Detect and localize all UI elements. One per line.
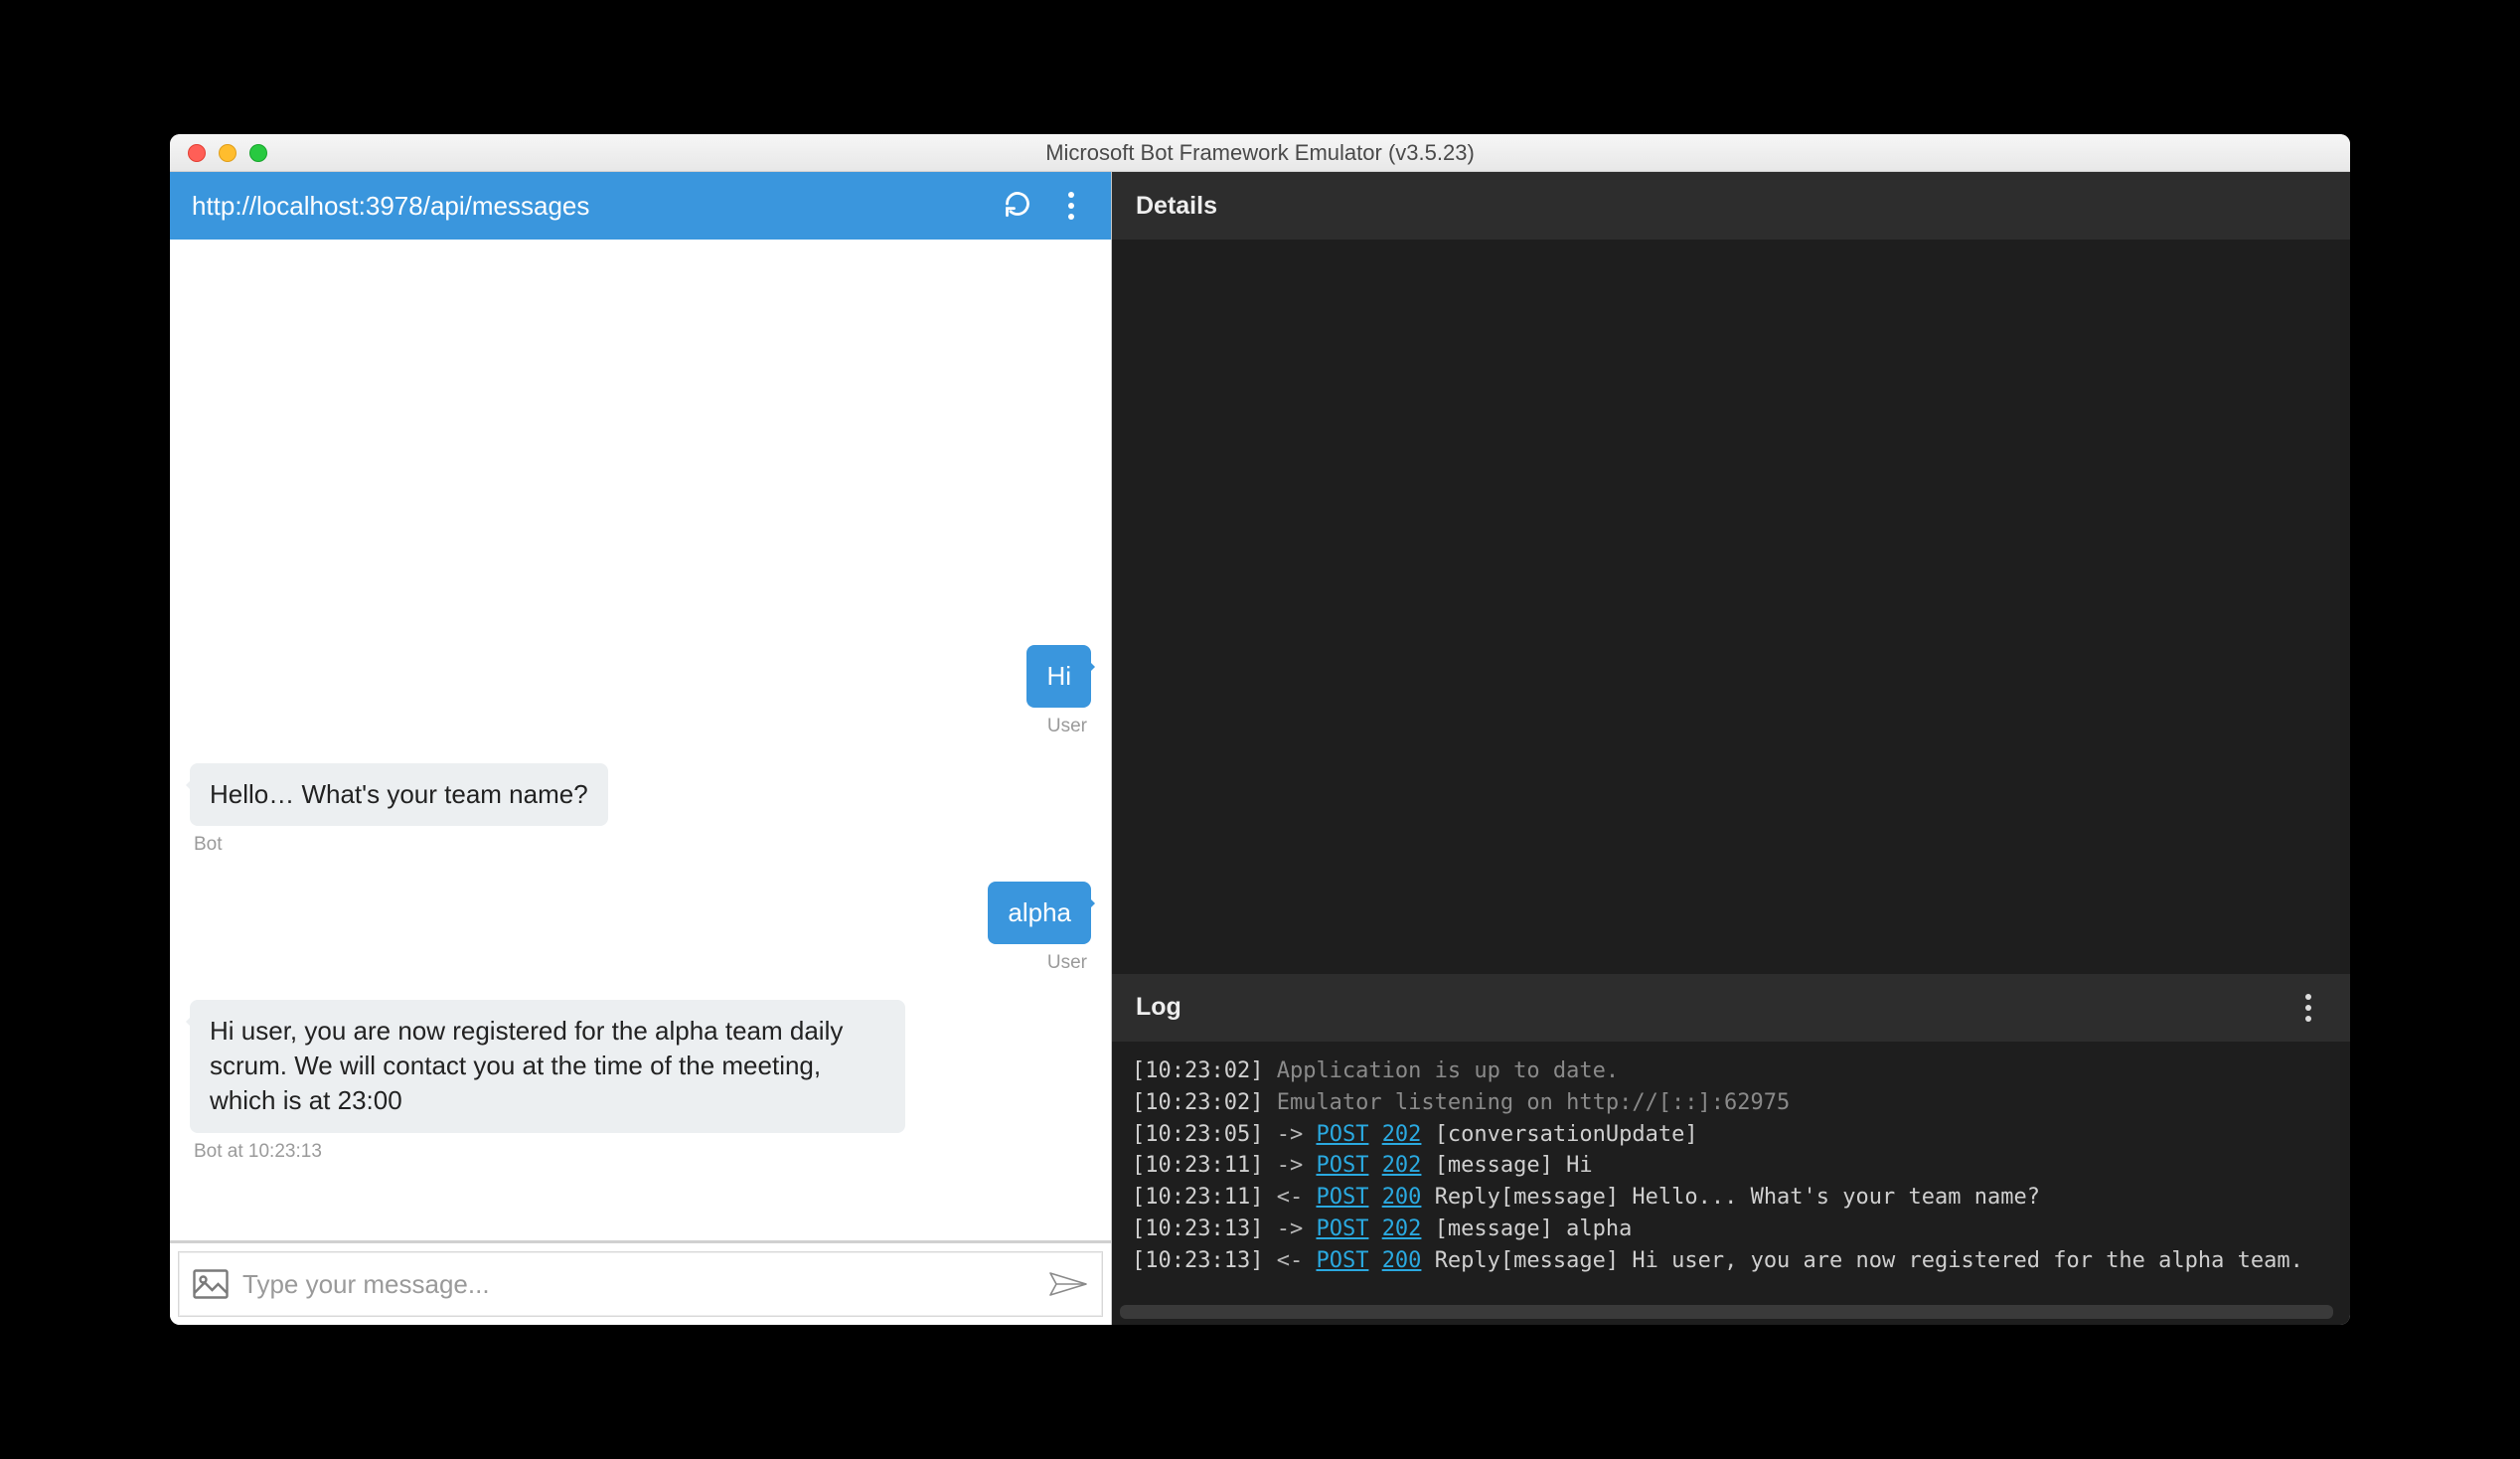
message-input[interactable]: [242, 1269, 1034, 1300]
log-method-link[interactable]: POST: [1316, 1216, 1368, 1241]
image-icon: [193, 1269, 229, 1299]
message-row: Hi User: [190, 645, 1091, 737]
log-method-link[interactable]: POST: [1316, 1122, 1368, 1147]
message-bubble-user[interactable]: Hi: [1026, 645, 1091, 708]
log-header: Log: [1112, 974, 2350, 1042]
log-line[interactable]: [10:23:05] -> POST 202 [conversationUpda…: [1132, 1119, 2330, 1151]
close-window-button[interactable]: [188, 144, 206, 162]
refresh-button[interactable]: [1000, 188, 1035, 224]
attach-image-button[interactable]: [193, 1269, 229, 1299]
message-bubble-bot[interactable]: Hi user, you are now registered for the …: [190, 1000, 905, 1132]
app-window: Microsoft Bot Framework Emulator (v3.5.2…: [170, 134, 2350, 1325]
endpoint-bar: [170, 172, 1111, 240]
log-horizontal-scrollbar[interactable]: [1120, 1305, 2333, 1319]
send-icon: [1048, 1269, 1088, 1299]
log-line[interactable]: [10:23:11] <- POST 200 Reply[message] He…: [1132, 1182, 2330, 1214]
log-line[interactable]: [10:23:02] Application is up to date.: [1132, 1055, 2330, 1087]
message-row: Hello… What's your team name? Bot: [190, 763, 1091, 856]
log-line[interactable]: [10:23:13] -> POST 202 [message] alpha: [1132, 1214, 2330, 1245]
traffic-lights: [170, 144, 267, 162]
inspector-pane: Details Log [10:23:02] Application is up…: [1112, 172, 2350, 1325]
log-line[interactable]: [10:23:02] Emulator listening on http://…: [1132, 1087, 2330, 1119]
message-row: alpha User: [190, 882, 1091, 974]
chat-scroll[interactable]: Hi User Hello… What's your team name? Bo…: [170, 240, 1111, 1240]
log-status-link[interactable]: 200: [1382, 1185, 1422, 1210]
refresh-icon: [1004, 190, 1031, 223]
message-meta: Bot at 10:23:13: [190, 1141, 326, 1163]
composer-inner: [178, 1251, 1103, 1317]
message-bubble-user[interactable]: alpha: [988, 882, 1091, 944]
endpoint-url-input[interactable]: [192, 191, 982, 222]
log-title: Log: [1136, 993, 1181, 1022]
log-method-link[interactable]: POST: [1316, 1185, 1368, 1210]
app-body: Hi User Hello… What's your team name? Bo…: [170, 172, 2350, 1325]
log-method-link[interactable]: POST: [1316, 1248, 1368, 1273]
details-title: Details: [1136, 192, 1217, 221]
kebab-icon: [2305, 994, 2311, 1022]
log-menu-button[interactable]: [2290, 990, 2326, 1026]
log-line[interactable]: [10:23:13] <- POST 200 Reply[message] Hi…: [1132, 1245, 2330, 1277]
log-method-link[interactable]: POST: [1316, 1153, 1368, 1178]
message-row: Hi user, you are now registered for the …: [190, 1000, 1091, 1162]
composer: [170, 1240, 1111, 1325]
send-button[interactable]: [1048, 1269, 1088, 1299]
details-body: [1112, 240, 2350, 974]
message-bubble-bot[interactable]: Hello… What's your team name?: [190, 763, 608, 826]
message-meta: Bot: [190, 834, 227, 856]
chat-spacer: [190, 257, 1091, 645]
log-body[interactable]: [10:23:02] Application is up to date.[10…: [1112, 1042, 2350, 1305]
log-status-link[interactable]: 202: [1382, 1216, 1422, 1241]
chat-pane: Hi User Hello… What's your team name? Bo…: [170, 172, 1112, 1325]
kebab-icon: [1068, 192, 1074, 220]
titlebar: Microsoft Bot Framework Emulator (v3.5.2…: [170, 134, 2350, 172]
message-meta: User: [1043, 952, 1091, 974]
log-line[interactable]: [10:23:11] -> POST 202 [message] Hi: [1132, 1150, 2330, 1182]
log-status-link[interactable]: 202: [1382, 1122, 1422, 1147]
log-status-link[interactable]: 200: [1382, 1248, 1422, 1273]
minimize-window-button[interactable]: [219, 144, 236, 162]
menu-button[interactable]: [1053, 188, 1089, 224]
log-status-link[interactable]: 202: [1382, 1153, 1422, 1178]
window-title: Microsoft Bot Framework Emulator (v3.5.2…: [170, 140, 2350, 166]
zoom-window-button[interactable]: [249, 144, 267, 162]
message-meta: User: [1043, 716, 1091, 737]
details-header: Details: [1112, 172, 2350, 240]
